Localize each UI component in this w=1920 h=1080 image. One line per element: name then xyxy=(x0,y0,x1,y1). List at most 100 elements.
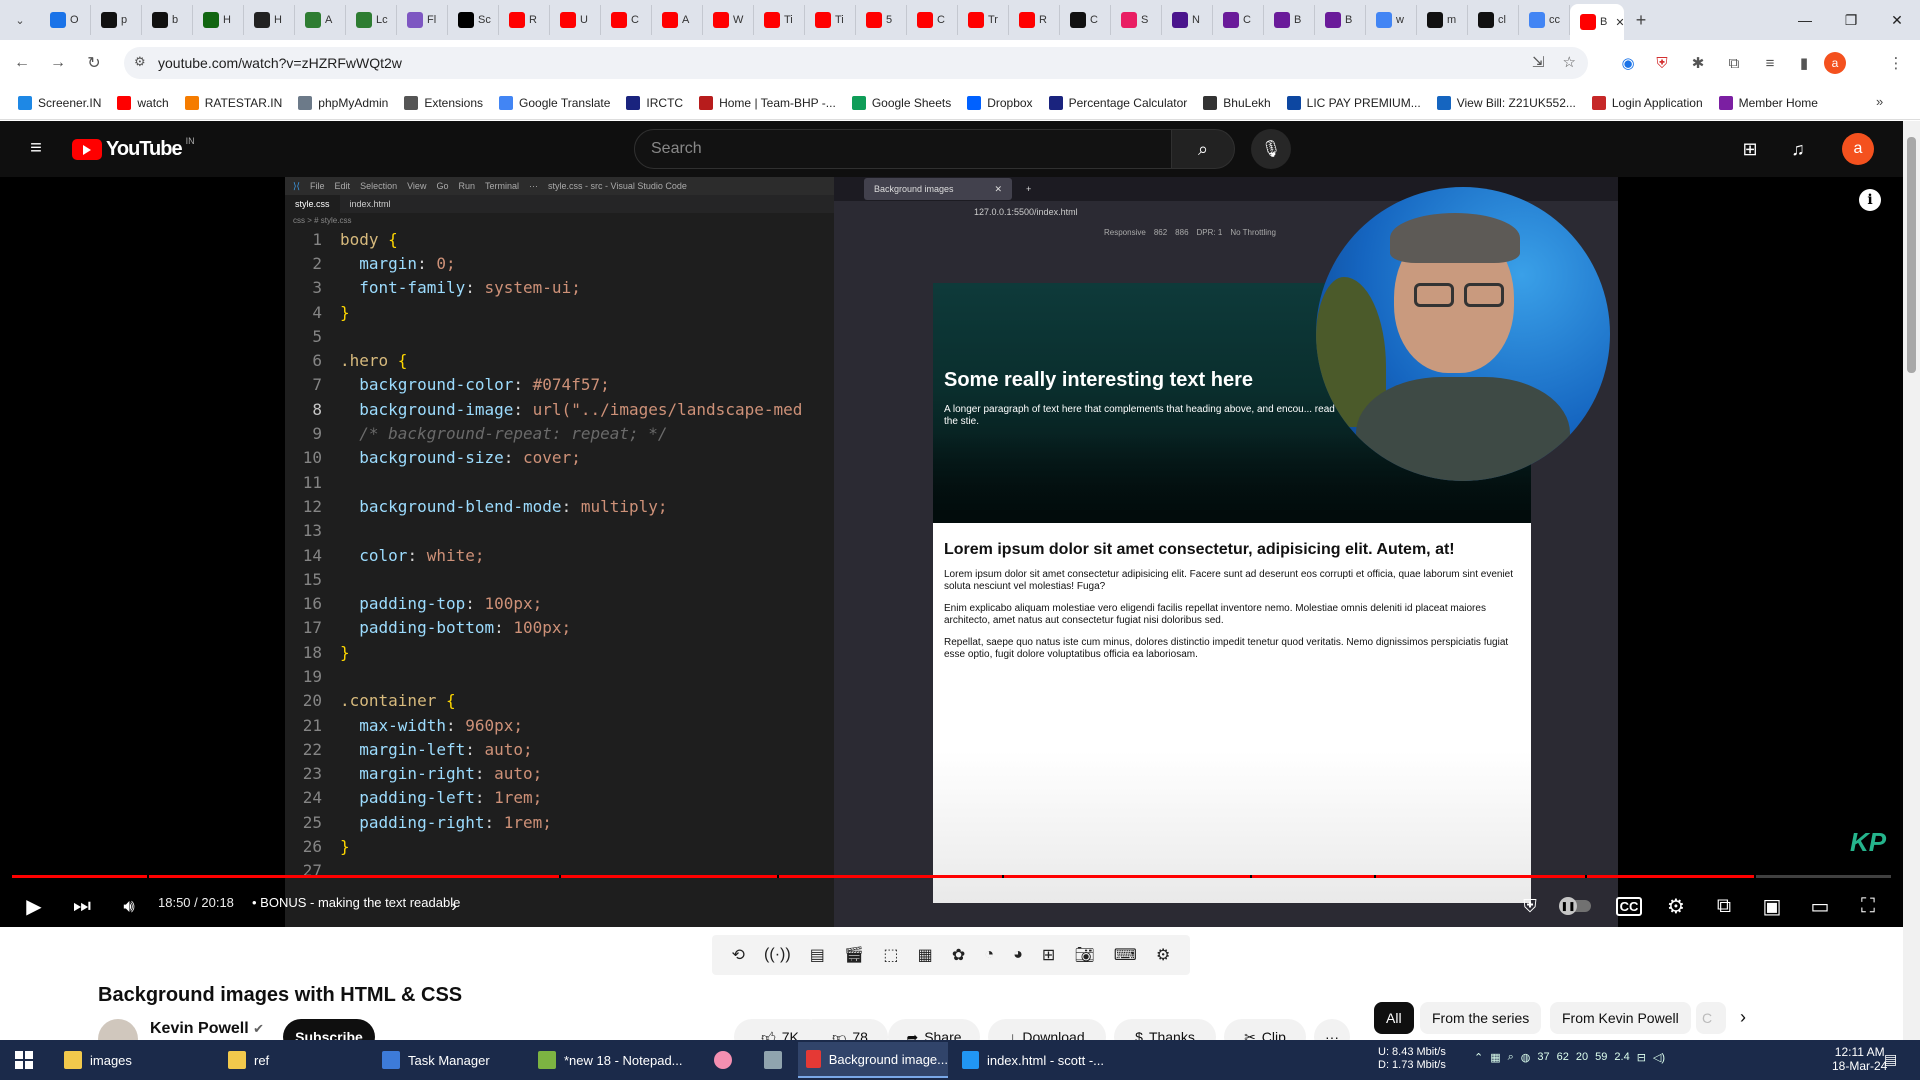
play-icon[interactable]: ▶ xyxy=(22,891,46,921)
fullscreen-icon[interactable]: ⛶ xyxy=(1854,891,1882,921)
taskbar-item[interactable]: *new 18 - Notepad... xyxy=(530,1042,700,1078)
notifications-icon[interactable]: ▤ xyxy=(1884,1051,1897,1068)
taskbar-item[interactable]: index.html - scott -... xyxy=(954,1042,1104,1078)
windows-start-icon[interactable] xyxy=(0,1040,48,1080)
page-scrollbar[interactable] xyxy=(1903,121,1920,1051)
browser-tab[interactable]: Tr xyxy=(958,5,1009,35)
browser-tab[interactable]: C xyxy=(907,5,958,35)
browser-tab[interactable]: Fl xyxy=(397,5,448,35)
browser-tab[interactable]: A xyxy=(295,5,346,35)
search-input[interactable]: Search xyxy=(634,129,1172,169)
video-player[interactable]: ⟩⟨ File Edit Selection View Go Run Terminal ···… xyxy=(0,177,1903,927)
bookmark-item[interactable]: Screener.IN xyxy=(10,95,109,110)
browser-tab[interactable]: A xyxy=(652,5,703,35)
new-tab-button[interactable]: + xyxy=(1624,10,1658,31)
browser-tab[interactable]: R xyxy=(499,5,550,35)
bug-extension-icon[interactable]: ✱ xyxy=(1684,49,1712,77)
info-icon[interactable]: i xyxy=(1859,189,1881,211)
crop-icon[interactable]: ⬚ xyxy=(883,945,898,965)
menu-hamburger-icon[interactable]: ≡ xyxy=(24,137,48,161)
speed-icon[interactable]: ◔ xyxy=(984,946,994,964)
bookmark-item[interactable]: View Bill: Z21UK552... xyxy=(1429,95,1584,110)
close-window-icon[interactable]: ✕ xyxy=(1874,0,1920,40)
browser-tab[interactable]: B xyxy=(1264,5,1315,35)
browser-tab[interactable]: B xyxy=(1315,5,1366,35)
progress-bar[interactable] xyxy=(12,875,1891,878)
tray-number[interactable]: 62 xyxy=(1557,1051,1569,1064)
browser-tab[interactable]: O xyxy=(40,5,91,35)
browser-tab[interactable]: U xyxy=(550,5,601,35)
more-bookmarks-icon[interactable]: » xyxy=(1876,94,1883,109)
browser-tab[interactable]: C xyxy=(1060,5,1111,35)
forward-arrow-icon[interactable]: → xyxy=(42,47,74,79)
notifications-bell-icon[interactable]: ♫ xyxy=(1786,137,1810,161)
bookmark-item[interactable]: BhuLekh xyxy=(1195,95,1278,110)
browser-tab[interactable]: Sc xyxy=(448,5,499,35)
scrollbar-thumb[interactable] xyxy=(1907,137,1916,373)
taskbar-item[interactable]: Background image... xyxy=(798,1042,948,1078)
browser-tab[interactable]: C xyxy=(601,5,652,35)
pinned-app-icon[interactable] xyxy=(706,1042,740,1078)
puzzle-extensions-icon[interactable]: ⧉ xyxy=(1720,49,1748,77)
tray-search-icon[interactable]: ⌕ xyxy=(1508,1051,1514,1064)
tray-network-icon[interactable]: ⊟ xyxy=(1637,1051,1646,1064)
tray-volume-icon[interactable]: ◁) xyxy=(1653,1051,1665,1064)
media-control-icon[interactable]: ≡ xyxy=(1756,49,1784,77)
chip-all[interactable]: All xyxy=(1374,1002,1414,1034)
shield-extension-icon[interactable]: ⛨ xyxy=(1518,891,1542,921)
miniplayer-icon[interactable]: ⧉ xyxy=(1710,891,1738,921)
taskbar-item[interactable]: images xyxy=(56,1042,206,1078)
side-panel-icon[interactable]: ▮ xyxy=(1790,49,1818,77)
pinned-app-icon[interactable] xyxy=(756,1042,790,1078)
volume-icon[interactable]: 🔊︎ xyxy=(116,891,142,921)
browser-tab[interactable]: Ti xyxy=(805,5,856,35)
account-avatar[interactable]: a xyxy=(1842,133,1874,165)
chapter-title[interactable]: • BONUS - making the text readable xyxy=(252,895,460,910)
browser-tab[interactable]: w xyxy=(1366,5,1417,35)
tray-chevron-icon[interactable]: ⌃ xyxy=(1474,1051,1483,1064)
bookmark-star-icon[interactable]: ☆ xyxy=(1563,53,1576,71)
bookmark-item[interactable]: Login Application xyxy=(1584,95,1711,110)
shield-extension-icon[interactable]: ⛨ xyxy=(1648,49,1676,77)
browser-tab[interactable]: C xyxy=(1213,5,1264,35)
bookmark-item[interactable]: RATESTAR.IN xyxy=(177,95,291,110)
camera-icon[interactable]: 📷︎ xyxy=(1074,945,1094,965)
screenshot-icon[interactable]: ▤ xyxy=(810,945,825,965)
autoplay-toggle[interactable]: ❚❚ xyxy=(1558,891,1594,921)
bookmark-item[interactable]: Home | Team-BHP -... xyxy=(691,95,844,110)
bookmark-item[interactable]: IRCTC xyxy=(618,95,691,110)
browser-tab[interactable]: H xyxy=(193,5,244,35)
loop-icon[interactable]: ⟲ xyxy=(732,945,745,965)
next-icon[interactable]: ⏭ xyxy=(70,891,94,921)
reload-icon[interactable]: ↻ xyxy=(78,47,110,79)
minimize-icon[interactable]: — xyxy=(1782,0,1828,40)
tray-number[interactable]: 59 xyxy=(1595,1051,1607,1064)
chips-next-icon[interactable]: › xyxy=(1740,1007,1746,1028)
channel-name[interactable]: Kevin Powell ✔ xyxy=(150,1020,264,1038)
bookmark-item[interactable]: LIC PAY PREMIUM... xyxy=(1279,95,1429,110)
chip-from-series[interactable]: From the series xyxy=(1420,1002,1542,1034)
profile-avatar-icon[interactable]: a xyxy=(1824,52,1846,74)
youtube-logo[interactable]: YouTube IN xyxy=(72,136,195,161)
speed-plus-icon[interactable]: ◕ xyxy=(1013,946,1023,964)
bookmark-item[interactable]: watch xyxy=(109,95,176,110)
frame-icon[interactable]: ⊞ xyxy=(1042,945,1055,965)
bookmark-item[interactable]: Google Sheets xyxy=(844,95,959,110)
browser-tab[interactable]: b xyxy=(142,5,193,35)
tray-globe-icon[interactable]: ◍ xyxy=(1521,1051,1531,1064)
captions-icon[interactable]: CC xyxy=(1614,891,1644,921)
install-app-icon[interactable]: ⇲ xyxy=(1532,53,1545,71)
bookmark-item[interactable]: phpMyAdmin xyxy=(290,95,396,110)
film-icon[interactable]: ▦ xyxy=(918,945,933,965)
audio-icon[interactable]: ((·)) xyxy=(764,946,791,964)
browser-tab[interactable]: 5 xyxy=(856,5,907,35)
tray-number[interactable]: 20 xyxy=(1576,1051,1588,1064)
taskbar-item[interactable]: Task Manager xyxy=(374,1042,524,1078)
browser-tab[interactable]: S xyxy=(1111,5,1162,35)
cinema-icon[interactable]: 🎬︎ xyxy=(844,945,864,965)
restore-icon[interactable]: ❐ xyxy=(1828,0,1874,40)
browser-tab[interactable]: W xyxy=(703,5,754,35)
chip-more[interactable]: C xyxy=(1696,1002,1726,1034)
browser-tab[interactable]: cc xyxy=(1519,5,1570,35)
back-arrow-icon[interactable]: ← xyxy=(6,47,38,79)
